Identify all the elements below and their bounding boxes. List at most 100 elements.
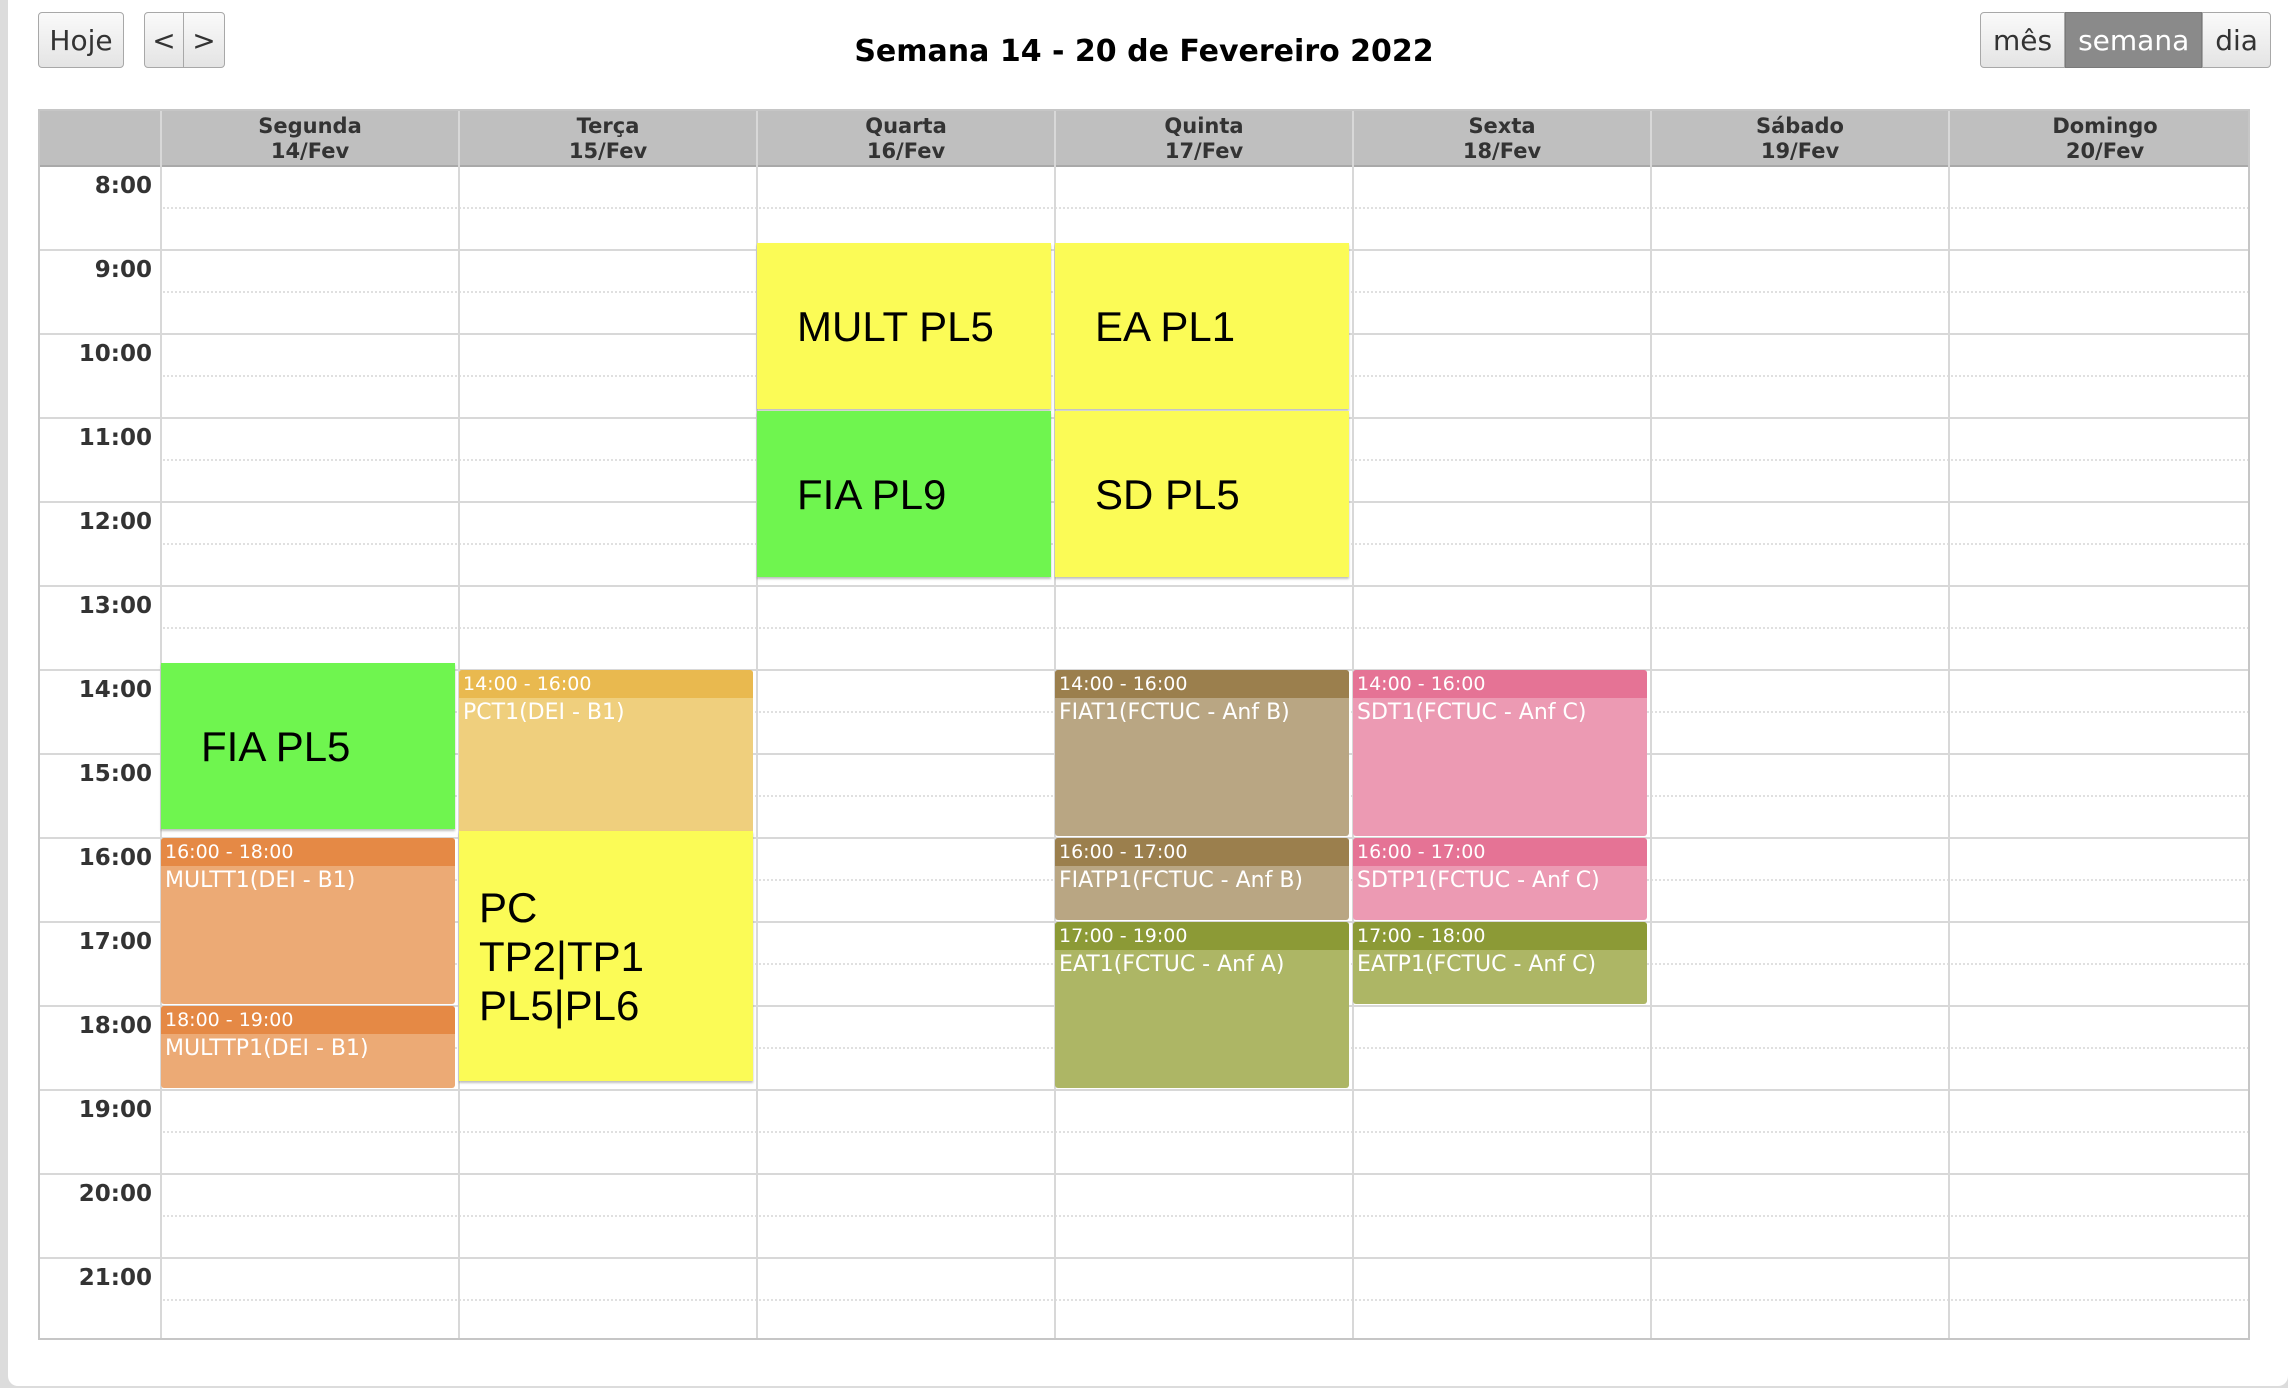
view-switcher: mês semana dia bbox=[1980, 12, 2271, 68]
sticky-note-text: FIA PL9 bbox=[797, 470, 946, 519]
sticky-note-text: SD PL5 bbox=[1095, 470, 1240, 519]
day-name: Sábado bbox=[1756, 114, 1844, 138]
day-name: Domingo bbox=[2052, 114, 2158, 138]
day-header-quinta: Quinta 17/Fev bbox=[1054, 111, 1352, 165]
event-title: MULTT1(DEI - B1) bbox=[165, 868, 356, 893]
week-title: Semana 14 - 20 de Fevereiro 2022 bbox=[854, 34, 1434, 69]
day-header-row: Segunda 14/Fev Terça 15/Fev Quarta 16/Fev Quin… bbox=[40, 111, 2248, 167]
column-line bbox=[1948, 165, 1950, 1338]
calendar-event[interactable]: 14:00 - 16:00 FIAT1(FCTUC - Anf B) bbox=[1055, 670, 1349, 836]
day-name: Sexta bbox=[1468, 114, 1536, 138]
half-hour-line bbox=[160, 1215, 2248, 1217]
hour-label: 8:00 bbox=[94, 173, 152, 199]
event-time: 16:00 - 18:00 bbox=[161, 838, 455, 866]
calendar-event[interactable]: 16:00 - 17:00 FIATP1(FCTUC - Anf B) bbox=[1055, 838, 1349, 920]
hour-label: 20:00 bbox=[78, 1181, 152, 1207]
hour-line bbox=[40, 585, 2248, 587]
sticky-note-line: PL5|PL6 bbox=[479, 981, 640, 1029]
hour-label: 13:00 bbox=[78, 593, 152, 619]
day-header-sábado: Sábado 19/Fev bbox=[1650, 111, 1948, 165]
sticky-note-text: FIA PL5 bbox=[201, 722, 350, 771]
day-header-sexta: Sexta 18/Fev bbox=[1352, 111, 1650, 165]
day-date: 19/Fev bbox=[1760, 139, 1840, 163]
calendar-event[interactable]: 17:00 - 19:00 EAT1(FCTUC - Anf A) bbox=[1055, 922, 1349, 1088]
hour-label: 21:00 bbox=[78, 1265, 152, 1291]
column-line bbox=[1650, 165, 1652, 1338]
event-title: PCT1(DEI - B1) bbox=[463, 700, 625, 725]
day-date: 18/Fev bbox=[1462, 139, 1542, 163]
half-hour-line bbox=[160, 207, 2248, 209]
sticky-note-line: EA PL1 bbox=[1095, 302, 1236, 350]
sticky-note-line: SD PL5 bbox=[1095, 470, 1240, 518]
hour-label: 12:00 bbox=[78, 509, 152, 535]
half-hour-line bbox=[160, 627, 2248, 629]
day-date: 15/Fev bbox=[568, 139, 648, 163]
sticky-note[interactable]: SD PL5 bbox=[1055, 411, 1349, 577]
day-name: Quarta bbox=[865, 114, 947, 138]
hour-label: 17:00 bbox=[78, 929, 152, 955]
event-time: 14:00 - 16:00 bbox=[459, 670, 753, 698]
day-date: 17/Fev bbox=[1164, 139, 1244, 163]
event-time: 16:00 - 17:00 bbox=[1055, 838, 1349, 866]
event-time: 14:00 - 16:00 bbox=[1353, 670, 1647, 698]
calendar-event[interactable]: 16:00 - 18:00 MULTT1(DEI - B1) bbox=[161, 838, 455, 1004]
hour-label: 11:00 bbox=[78, 425, 152, 451]
day-header-terça: Terça 15/Fev bbox=[458, 111, 756, 165]
sticky-note-line: FIA PL9 bbox=[797, 470, 947, 518]
sticky-note-text: MULT PL5 bbox=[797, 302, 994, 351]
day-date: 20/Fev bbox=[2065, 139, 2145, 163]
sticky-note-line: FIA PL5 bbox=[201, 722, 351, 770]
day-header-domingo: Domingo 20/Fev bbox=[1948, 111, 2248, 165]
calendar-event[interactable]: 17:00 - 18:00 EATP1(FCTUC - Anf C) bbox=[1353, 922, 1647, 1004]
sticky-note-line: TP2|TP1 bbox=[479, 932, 644, 980]
view-month-button[interactable]: mês bbox=[1980, 12, 2066, 68]
day-name: Terça bbox=[576, 114, 640, 138]
view-week-button[interactable]: semana bbox=[2065, 12, 2203, 68]
event-title: EAT1(FCTUC - Anf A) bbox=[1059, 952, 1285, 977]
half-hour-line bbox=[160, 1299, 2248, 1301]
event-title: FIAT1(FCTUC - Anf B) bbox=[1059, 700, 1290, 725]
hour-label: 16:00 bbox=[78, 845, 152, 871]
sticky-note[interactable]: EA PL1 bbox=[1055, 243, 1349, 409]
hour-label: 14:00 bbox=[78, 677, 152, 703]
sticky-note-text: PC TP2|TP1 PL5|PL6 bbox=[479, 883, 644, 1030]
hour-label: 18:00 bbox=[78, 1013, 152, 1039]
event-time: 14:00 - 16:00 bbox=[1055, 670, 1349, 698]
sticky-note[interactable]: FIA PL5 bbox=[161, 663, 455, 829]
hour-label: 15:00 bbox=[78, 761, 152, 787]
event-title: SDT1(FCTUC - Anf C) bbox=[1357, 700, 1587, 725]
day-name: Segunda bbox=[258, 114, 362, 138]
sticky-note[interactable]: FIA PL9 bbox=[757, 411, 1051, 577]
hour-line bbox=[40, 1173, 2248, 1175]
hour-line bbox=[40, 1257, 2248, 1259]
hour-line bbox=[40, 1089, 2248, 1091]
event-time: 17:00 - 18:00 bbox=[1353, 922, 1647, 950]
event-title: FIATP1(FCTUC - Anf B) bbox=[1059, 868, 1304, 893]
hour-label: 19:00 bbox=[78, 1097, 152, 1123]
sticky-note[interactable]: MULT PL5 bbox=[757, 243, 1051, 409]
half-hour-line bbox=[160, 1131, 2248, 1133]
calendar-event[interactable]: 18:00 - 19:00 MULTTP1(DEI - B1) bbox=[161, 1006, 455, 1088]
calendar-event[interactable]: 16:00 - 17:00 SDTP1(FCTUC - Anf C) bbox=[1353, 838, 1647, 920]
day-date: 14/Fev bbox=[270, 139, 350, 163]
week-grid: Segunda 14/Fev Terça 15/Fev Quarta 16/Fev Quin… bbox=[38, 109, 2250, 1340]
sticky-note-line: PC bbox=[479, 883, 538, 931]
event-time: 17:00 - 19:00 bbox=[1055, 922, 1349, 950]
sticky-note-line: MULT PL5 bbox=[797, 302, 994, 350]
day-name: Quinta bbox=[1164, 114, 1244, 138]
event-title: SDTP1(FCTUC - Anf C) bbox=[1357, 868, 1600, 893]
calendar-event[interactable]: 14:00 - 16:00 SDT1(FCTUC - Anf C) bbox=[1353, 670, 1647, 836]
day-header-quarta: Quarta 16/Fev bbox=[756, 111, 1054, 165]
view-day-button[interactable]: dia bbox=[2202, 12, 2271, 68]
event-time: 16:00 - 17:00 bbox=[1353, 838, 1647, 866]
day-header-segunda: Segunda 14/Fev bbox=[160, 111, 458, 165]
day-date: 16/Fev bbox=[866, 139, 946, 163]
event-title: MULTTP1(DEI - B1) bbox=[165, 1036, 369, 1061]
hour-label: 9:00 bbox=[94, 257, 152, 283]
event-title: EATP1(FCTUC - Anf C) bbox=[1357, 952, 1597, 977]
sticky-note-text: EA PL1 bbox=[1095, 302, 1235, 351]
sticky-note[interactable]: PC TP2|TP1 PL5|PL6 bbox=[459, 831, 753, 1081]
calendar-event[interactable]: 14:00 - 16:00 PCT1(DEI - B1) bbox=[459, 670, 753, 836]
hour-label: 10:00 bbox=[78, 341, 152, 367]
event-time: 18:00 - 19:00 bbox=[161, 1006, 455, 1034]
